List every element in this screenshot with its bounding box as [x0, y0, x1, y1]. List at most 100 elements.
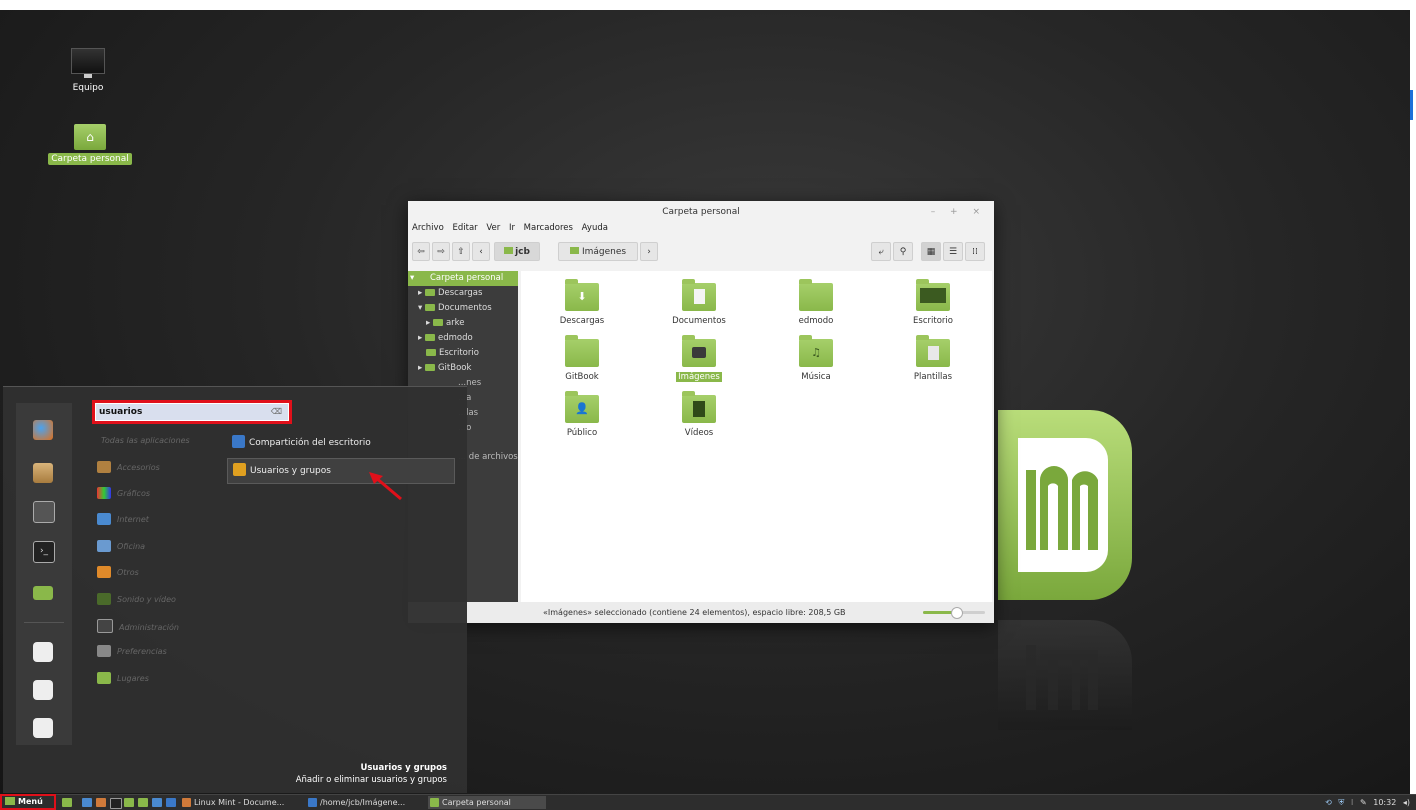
sidebar-item-descargas[interactable]: ▸ Descargas [408, 286, 518, 301]
file-manager-window[interactable]: Carpeta personal – + × Archivo Editar Ve… [408, 201, 994, 623]
graphics-icon [97, 487, 111, 499]
lock-screen-icon[interactable] [33, 642, 53, 662]
folder-documentos[interactable]: Documentos [654, 279, 744, 326]
app-description: Usuarios y grupos Añadir o eliminar usua… [296, 763, 447, 785]
category-internet[interactable]: Internet [97, 513, 149, 527]
forward-button[interactable]: ⇨ [432, 242, 450, 261]
person-folder-icon: 👤 [565, 391, 599, 423]
toggle-location-button[interactable]: ⤶ [871, 242, 891, 261]
start-menu: ›_ usuarios ⌫ Todas las aplicaciones Acce… [3, 386, 467, 793]
volume-icon[interactable]: ◂) [1403, 798, 1410, 807]
compact-view-button[interactable]: ⁞⁞ [965, 242, 985, 261]
taskbar-window-linux-mint[interactable]: Linux Mint - Docume... [180, 796, 302, 809]
category-administracion[interactable]: Administración [97, 619, 179, 633]
icon-view-button[interactable]: ▦ [921, 242, 941, 261]
files-folder-icon[interactable] [33, 586, 53, 600]
network-icon[interactable]: ⁝ [1351, 798, 1354, 807]
menu-ir[interactable]: Ir [509, 223, 515, 233]
menubar: Archivo Editar Ver Ir Marcadores Ayuda [408, 223, 994, 239]
menu-editar[interactable]: Editar [452, 223, 477, 233]
sidebar-item-gitbook[interactable]: ▸ GitBook [408, 361, 518, 376]
shutdown-icon[interactable] [33, 718, 53, 738]
window-title: Carpeta personal [662, 207, 740, 217]
folder-plantillas[interactable]: Plantillas [888, 335, 978, 382]
firefox-icon[interactable] [33, 420, 53, 440]
update-icon[interactable]: ⟲ [1325, 798, 1332, 807]
folder-imagenes[interactable]: Imágenes [654, 335, 744, 382]
menu-button[interactable]: Menú [0, 794, 56, 810]
list-view-button[interactable]: ☰ [943, 242, 963, 261]
sidebar-item-arke[interactable]: ▸ arke [408, 316, 518, 331]
category-graficos[interactable]: Gráficos [97, 487, 150, 501]
menu-marcadores[interactable]: Marcadores [524, 223, 573, 233]
software-manager-icon[interactable] [33, 463, 53, 483]
app-usuarios-grupos[interactable]: Usuarios y grupos [227, 458, 455, 484]
pen-icon[interactable]: ✎ [1360, 798, 1367, 807]
show-desktop-icon[interactable] [62, 798, 72, 807]
folder-escritorio[interactable]: Escritorio [888, 279, 978, 326]
window-titlebar[interactable]: Carpeta personal – + × [408, 201, 994, 223]
files-launcher-2-icon[interactable] [138, 798, 148, 807]
sidebar-item-edmodo[interactable]: ▸ edmodo [408, 331, 518, 346]
sidebar-item-carpeta-personal[interactable]: ▾ Carpeta personal [408, 271, 518, 286]
app-description-text: Añadir o eliminar usuarios y grupos [295, 775, 447, 785]
terminal-icon[interactable]: ›_ [33, 541, 55, 563]
clear-icon[interactable]: ⌫ [271, 404, 282, 420]
desktop-icon-carpeta-personal[interactable]: ⌂ Carpeta personal [45, 124, 135, 165]
path-right-button[interactable]: › [640, 242, 658, 261]
folder-icon [565, 335, 599, 367]
settings-icon[interactable] [33, 501, 55, 523]
folder-publico[interactable]: 👤 Público [537, 391, 627, 438]
category-otros[interactable]: Otros [97, 566, 139, 580]
up-button[interactable]: ⇧ [452, 242, 470, 261]
edge-accent [1410, 90, 1413, 120]
clock[interactable]: 10:32 [1373, 798, 1396, 807]
software-launcher-icon[interactable] [96, 798, 106, 807]
folder-gitbook[interactable]: GitBook [537, 335, 627, 382]
category-oficina[interactable]: Oficina [97, 540, 145, 554]
category-sonido-video[interactable]: Sonido y vídeo [97, 593, 176, 607]
zoom-slider-handle[interactable] [951, 607, 963, 619]
sidebar-item-escritorio[interactable]: Escritorio [408, 346, 518, 361]
search-input[interactable]: usuarios ⌫ [92, 400, 292, 424]
folder-icon [799, 279, 833, 311]
red-arrow-annotation [363, 469, 408, 509]
zoom-slider[interactable] [923, 607, 985, 619]
category-lugares[interactable]: Lugares [97, 672, 149, 686]
menu-archivo[interactable]: Archivo [412, 223, 444, 233]
status-bar: «Imágenes» seleccionado (contiene 24 ele… [408, 602, 994, 623]
folder-edmodo[interactable]: edmodo [771, 279, 861, 326]
file-view[interactable]: ⬇ Descargas Documentos edmodo Escritorio… [521, 271, 992, 602]
breadcrumb-imagenes[interactable]: Imágenes [558, 242, 638, 261]
menu-ver[interactable]: Ver [486, 223, 500, 233]
category-preferencias[interactable]: Preferencias [97, 645, 167, 659]
all-apps-category[interactable]: Todas las aplicaciones [101, 434, 190, 448]
taskbar-window-imagenes[interactable]: /home/jcb/Imágene... [306, 796, 424, 809]
template-folder-icon [916, 335, 950, 367]
shield-icon[interactable]: ⛨ [1338, 798, 1344, 807]
sidebar-item-documentos[interactable]: ▾ Documentos [408, 301, 518, 316]
logout-icon[interactable] [33, 680, 53, 700]
menu-ayuda[interactable]: Ayuda [582, 223, 608, 233]
screenshot-launcher-icon[interactable] [166, 798, 176, 807]
app-comparticion-escritorio[interactable]: Compartición del escritorio [227, 431, 371, 455]
folder-descargas[interactable]: ⬇ Descargas [537, 279, 627, 326]
category-accesorios[interactable]: Accesorios [97, 461, 160, 475]
places-icon [97, 672, 111, 684]
image-viewer-launcher-icon[interactable] [152, 798, 162, 807]
taskbar-window-carpeta-personal[interactable]: Carpeta personal [428, 796, 546, 809]
search-icon[interactable]: ⚲ [893, 242, 913, 261]
desktop-icon-equipo[interactable]: Equipo [43, 48, 133, 94]
window-controls[interactable]: – + × [931, 201, 986, 223]
desktop-folder-icon [916, 279, 950, 311]
terminal-launcher-icon[interactable] [110, 798, 122, 809]
files-launcher-icon[interactable] [124, 798, 134, 807]
folder-small-icon [504, 247, 514, 254]
folder-musica[interactable]: ♫ Música [771, 335, 861, 382]
firefox-launcher-icon[interactable] [82, 798, 92, 807]
office-icon [97, 540, 111, 552]
breadcrumb-jcb[interactable]: jcb [494, 242, 540, 261]
back-button[interactable]: ⇦ [412, 242, 430, 261]
folder-videos[interactable]: Vídeos [654, 391, 744, 438]
path-left-button[interactable]: ‹ [472, 242, 490, 261]
